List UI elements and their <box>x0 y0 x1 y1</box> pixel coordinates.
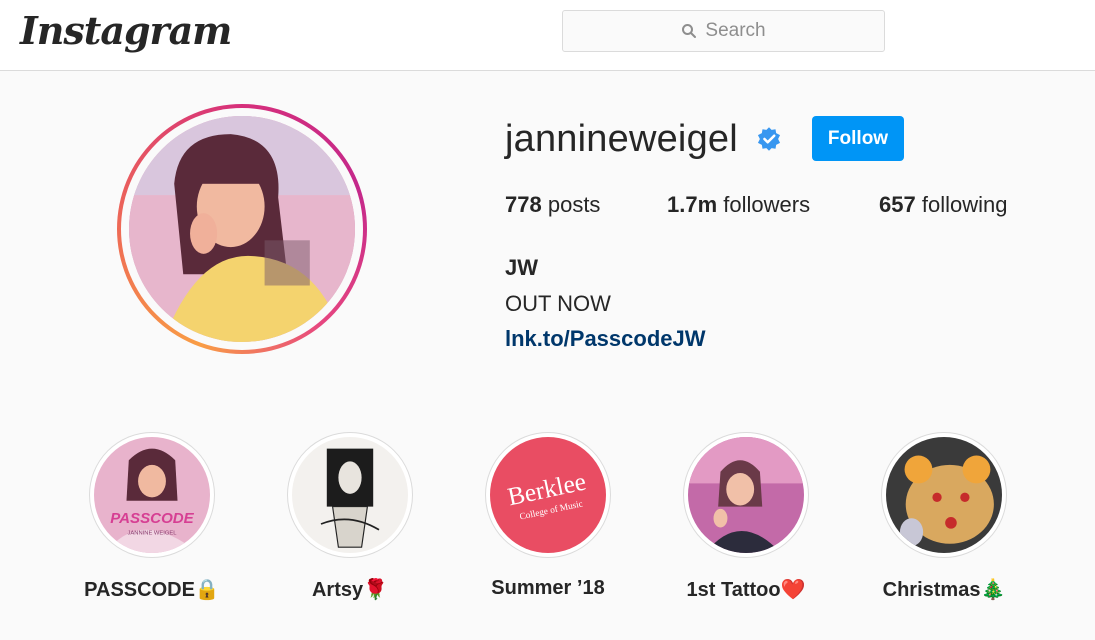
followers-label: followers <box>723 192 811 217</box>
followers-count[interactable]: 1.7m followers <box>667 192 810 218</box>
profile-avatar-photo <box>129 116 355 342</box>
verified-badge-icon <box>757 127 781 151</box>
search-placeholder: Search <box>705 20 766 41</box>
highlight-label: PASSCODE🔒 <box>84 579 220 601</box>
instagram-logo[interactable]: Instagram <box>20 8 232 53</box>
story-highlight-passcode[interactable]: PASSCODE JANNINE WEIGEL PASSCODE🔒 <box>52 432 252 602</box>
highlight-label: Artsy🌹 <box>311 579 389 601</box>
highlight-thumbnail <box>287 432 413 558</box>
profile-avatar-story-ring[interactable] <box>117 104 367 354</box>
story-highlight-artsy[interactable]: Artsy🌹 <box>250 432 450 602</box>
highlight-thumb-text: PASSCODE <box>110 510 194 527</box>
posts-label: posts <box>547 192 601 217</box>
highlight-thumbnail: Berklee College of Music <box>485 432 611 558</box>
followers-value: 1.7m <box>667 192 718 217</box>
following-value: 657 <box>879 192 916 217</box>
highlight-thumb-subtext: JANNINE WEIGEL <box>128 530 178 536</box>
highlight-label: Summer ’18 <box>491 577 605 599</box>
following-count[interactable]: 657 following <box>879 192 1007 218</box>
story-highlight-1st-tattoo[interactable]: 1st Tattoo❤️ <box>646 432 846 602</box>
following-label: following <box>921 192 1008 217</box>
story-highlight-summer-18[interactable]: Berklee College of Music Summer ’18 <box>448 432 648 600</box>
bio-text: OUT NOW <box>505 291 611 316</box>
top-navigation-bar: Instagram Search <box>0 0 1095 71</box>
posts-count: 778 posts <box>505 192 600 218</box>
highlight-label: 1st Tattoo❤️ <box>686 579 806 601</box>
posts-value: 778 <box>505 192 542 217</box>
bio-full-name: JW <box>505 255 538 280</box>
profile-username: jannineweigel <box>505 118 738 160</box>
search-icon <box>682 24 697 38</box>
highlight-thumbnail <box>683 432 809 558</box>
follow-button[interactable]: Follow <box>812 116 904 161</box>
highlight-thumbnail <box>881 432 1007 558</box>
story-highlight-christmas[interactable]: Christmas🎄 <box>844 432 1044 602</box>
highlight-thumbnail: PASSCODE JANNINE WEIGEL <box>89 432 215 558</box>
search-box[interactable]: Search <box>562 10 885 52</box>
highlight-label: Christmas🎄 <box>882 579 1006 601</box>
bio-link[interactable]: lnk.to/PasscodeJW <box>505 326 706 352</box>
